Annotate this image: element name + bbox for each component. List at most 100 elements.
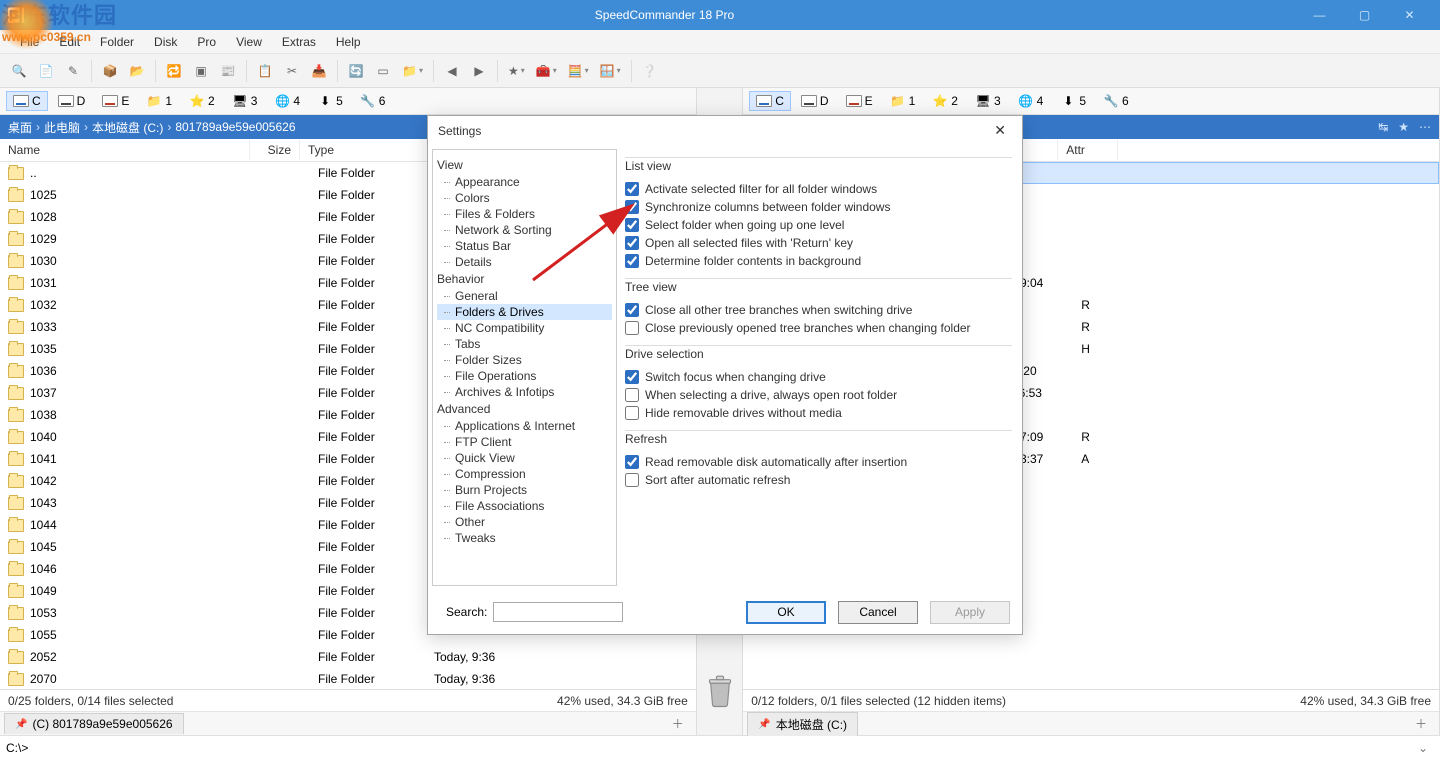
nav-back-icon[interactable]: ◀ [439, 58, 465, 84]
drive-D[interactable]: D [794, 91, 836, 111]
menu-folder[interactable]: Folder [90, 32, 144, 52]
breadcrumb-item[interactable]: 此电脑 [44, 119, 80, 136]
setting-option[interactable]: Select folder when going up one level [625, 216, 1012, 234]
nav-fwd-icon[interactable]: ▶ [466, 58, 492, 84]
search-icon[interactable]: 🔍 [6, 58, 32, 84]
setting-option[interactable]: When selecting a drive, always open root… [625, 386, 1012, 404]
tree-item[interactable]: FTP Client [437, 434, 612, 450]
checkbox[interactable] [625, 473, 639, 487]
layout-icon[interactable]: 🪟 [595, 58, 626, 84]
right-tab-add[interactable]: ＋ [1407, 713, 1435, 734]
viewer-icon[interactable]: 📄 [33, 58, 59, 84]
tree-category[interactable]: View [437, 156, 612, 174]
col-size[interactable]: Size [250, 140, 300, 160]
cmd-icon[interactable]: ▣ [188, 58, 214, 84]
setting-option[interactable]: Determine folder contents in background [625, 252, 1012, 270]
refresh-icon[interactable]: 🔄 [343, 58, 369, 84]
drive-6[interactable]: 🔧6 [1096, 90, 1136, 112]
filter1-icon[interactable]: 🧰 [531, 58, 562, 84]
list-item[interactable]: 2052File FolderToday, 9:36 [0, 646, 696, 668]
filter2-icon[interactable]: 🧮 [563, 58, 594, 84]
tree-item[interactable]: Colors [437, 190, 612, 206]
settings-close-button[interactable]: ✕ [988, 120, 1012, 141]
tree-item[interactable]: Status Bar [437, 238, 612, 254]
settings-tree[interactable]: ViewAppearanceColorsFiles & FoldersNetwo… [432, 149, 617, 586]
checkbox[interactable] [625, 406, 639, 420]
drive-C[interactable]: C [749, 91, 791, 111]
tree-item[interactable]: Compression [437, 466, 612, 482]
tree-item[interactable]: Applications & Internet [437, 418, 612, 434]
drive-1[interactable]: 📁1 [139, 90, 179, 112]
new-folder-icon[interactable]: 📁 [397, 58, 428, 84]
cut-icon[interactable]: ✂ [279, 58, 305, 84]
checkbox[interactable] [625, 254, 639, 268]
drive-1[interactable]: 📁1 [883, 90, 923, 112]
minimize-button[interactable]: — [1297, 0, 1342, 30]
tree-item[interactable]: Tabs [437, 336, 612, 352]
pack-icon[interactable]: 📦 [97, 58, 123, 84]
bc-menu-icon[interactable]: ⋯ [1419, 120, 1431, 134]
setting-option[interactable]: Synchronize columns between folder windo… [625, 198, 1012, 216]
tree-item[interactable]: Archives & Infotips [437, 384, 612, 400]
drive-4[interactable]: 🌐4 [1011, 90, 1051, 112]
drive-D[interactable]: D [51, 91, 93, 111]
close-button[interactable]: ✕ [1387, 0, 1432, 30]
menu-help[interactable]: Help [326, 32, 371, 52]
checkbox[interactable] [625, 303, 639, 317]
drive-C[interactable]: C [6, 91, 48, 111]
setting-option[interactable]: Read removable disk automatically after … [625, 453, 1012, 471]
menu-file[interactable]: File [10, 32, 49, 52]
path-input[interactable] [6, 741, 1412, 755]
drive-E[interactable]: E [839, 91, 880, 111]
drive-3[interactable]: 🖥3 [225, 90, 265, 112]
setting-option[interactable]: Close previously opened tree branches wh… [625, 319, 1012, 337]
sync-icon[interactable]: 🔁 [161, 58, 187, 84]
checkbox[interactable] [625, 370, 639, 384]
unpack-icon[interactable]: 📂 [124, 58, 150, 84]
setting-option[interactable]: Hide removable drives without media [625, 404, 1012, 422]
col-name[interactable]: Name [0, 140, 250, 160]
trash-icon[interactable] [706, 675, 734, 707]
path-dropdown-icon[interactable]: ⌄ [1412, 741, 1434, 755]
right-tab[interactable]: 📌本地磁盘 (C:) [747, 712, 858, 736]
path-bar[interactable]: ⌄ [0, 735, 1440, 759]
drive-E[interactable]: E [95, 91, 136, 111]
paste-icon[interactable]: 📥 [306, 58, 332, 84]
drive-3[interactable]: 🖥3 [968, 90, 1008, 112]
console-icon[interactable]: ▭ [370, 58, 396, 84]
tree-item[interactable]: Burn Projects [437, 482, 612, 498]
tree-item[interactable]: Network & Sorting [437, 222, 612, 238]
menu-view[interactable]: View [226, 32, 272, 52]
setting-option[interactable]: Switch focus when changing drive [625, 368, 1012, 386]
setting-option[interactable]: Open all selected files with 'Return' ke… [625, 234, 1012, 252]
new-file-icon[interactable]: 📰 [215, 58, 241, 84]
menu-disk[interactable]: Disk [144, 32, 187, 52]
drive-6[interactable]: 🔧6 [353, 90, 393, 112]
cancel-button[interactable]: Cancel [838, 601, 918, 624]
help-icon[interactable]: ❔ [637, 58, 663, 84]
drive-4[interactable]: 🌐4 [267, 90, 307, 112]
favorites-icon[interactable]: ★ [503, 58, 530, 84]
setting-option[interactable]: Sort after automatic refresh [625, 471, 1012, 489]
drive-2[interactable]: ⭐2 [182, 90, 222, 112]
tree-item[interactable]: Other [437, 514, 612, 530]
menu-edit[interactable]: Edit [49, 32, 90, 52]
breadcrumb-item[interactable]: 801789a9e59e005626 [175, 120, 295, 134]
checkbox[interactable] [625, 455, 639, 469]
left-tab-add[interactable]: ＋ [664, 713, 692, 734]
tree-item[interactable]: Quick View [437, 450, 612, 466]
tree-item[interactable]: NC Compatibility [437, 320, 612, 336]
maximize-button[interactable]: ▢ [1342, 0, 1387, 30]
tree-item[interactable]: Appearance [437, 174, 612, 190]
checkbox[interactable] [625, 218, 639, 232]
bc-toggle-icon[interactable]: ↹ [1378, 120, 1388, 134]
edit-icon[interactable]: ✎ [60, 58, 86, 84]
tree-category[interactable]: Behavior [437, 270, 612, 288]
bc-star-icon[interactable]: ★ [1398, 120, 1409, 134]
tree-item[interactable]: Folder Sizes [437, 352, 612, 368]
settings-search-input[interactable] [493, 602, 623, 622]
tree-item[interactable]: Details [437, 254, 612, 270]
tree-item[interactable]: Folders & Drives [437, 304, 612, 320]
drive-5[interactable]: ⬇5 [1053, 90, 1093, 112]
apply-button[interactable]: Apply [930, 601, 1010, 624]
